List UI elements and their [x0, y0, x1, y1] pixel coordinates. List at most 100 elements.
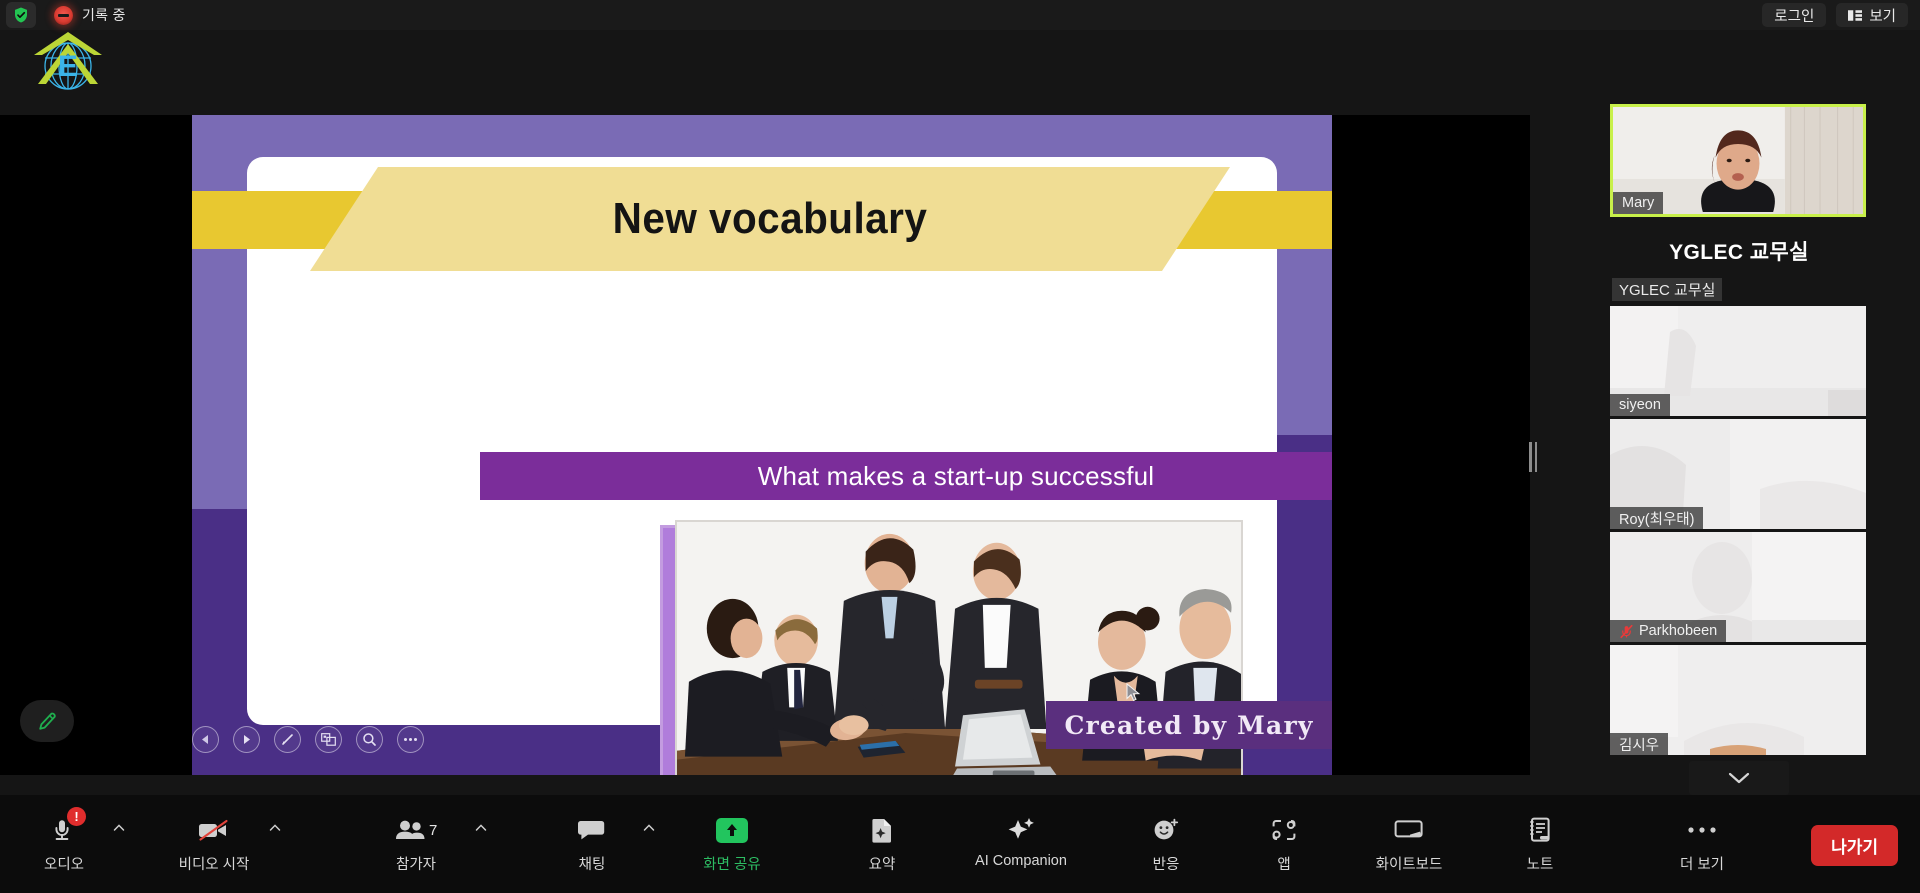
toolbar-whiteboard[interactable]: 화이트보드 — [1354, 795, 1464, 874]
title-ribbon: New vocabulary — [310, 167, 1230, 271]
scroll-down-button[interactable] — [1689, 761, 1789, 795]
layout-view-icon — [1848, 9, 1863, 21]
annotate-button[interactable] — [20, 700, 74, 742]
toolbar-summary[interactable]: 요약 — [834, 795, 930, 874]
triangle-left-icon — [202, 735, 208, 744]
audio-options-caret[interactable] — [112, 821, 126, 835]
toolbar-more-label: 더 보기 — [1679, 857, 1725, 873]
video-off-icon — [197, 813, 231, 847]
participant-tile-mary[interactable]: Mary — [1610, 104, 1866, 217]
reactions-smiley-icon — [1152, 813, 1180, 847]
toolbar-audio[interactable]: ! 오디오 — [16, 795, 125, 874]
participant-tile-siyeon[interactable]: siyeon — [1610, 306, 1866, 416]
participant-name: Mary — [1613, 192, 1664, 214]
toolbar-more[interactable]: 더 보기 — [1654, 795, 1750, 874]
view-button[interactable]: 보기 — [1836, 3, 1908, 27]
toolbar-reactions[interactable]: 반응 — [1118, 795, 1214, 874]
toolbar-reactions-label: 반응 — [1152, 857, 1180, 873]
participant-tile-kimsiwoo[interactable]: 김시우 — [1610, 645, 1866, 755]
annotate-pen-icon — [39, 712, 56, 730]
ai-sparkle-icon — [1006, 813, 1036, 847]
view-label: 보기 — [1869, 8, 1896, 25]
top-bar: 기록 중 로그인 보기 — [0, 0, 1920, 30]
prev-slide-button[interactable] — [192, 726, 219, 753]
slide-footer-text: Created by Mary — [1064, 710, 1314, 740]
leave-area: 나가기 — [1811, 795, 1920, 866]
toolbar-apps[interactable]: 앱 — [1236, 795, 1332, 874]
login-button[interactable]: 로그인 — [1762, 3, 1827, 27]
logo-letter: E — [58, 50, 78, 83]
toolbar-video[interactable]: 비디오 시작 — [166, 795, 281, 874]
participant-tile-roy[interactable]: Roy(최우태) — [1610, 419, 1866, 529]
slide-footer-bar: Created by Mary — [1046, 701, 1332, 749]
toolbar-notes[interactable]: 노트 — [1492, 795, 1588, 874]
yglec-logo: E — [28, 28, 108, 90]
presentation-slide: New vocabulary What makes a start-up suc… — [192, 115, 1332, 775]
shared-screen-stage: New vocabulary What makes a start-up suc… — [0, 115, 1530, 775]
toolbar-audio-label: 오디오 — [43, 857, 85, 873]
panel-subtitle: YGLEC 교무실 — [1612, 278, 1723, 301]
toolbar-participants-label: 참가자 — [395, 857, 437, 873]
participant-count: 7 — [429, 822, 437, 839]
slide-title: New vocabulary — [612, 194, 928, 243]
zoom-meeting-window: 기록 중 로그인 보기 E New vocabulary What makes … — [0, 0, 1920, 893]
toolbar-share-screen[interactable]: 화면 공유 — [684, 795, 780, 874]
grid-layout-icon — [321, 733, 336, 746]
chat-bubble-icon — [577, 813, 607, 847]
toolbar-ai-companion[interactable]: AI Companion — [956, 795, 1086, 869]
mic-off-icon — [1620, 624, 1633, 638]
slide-thumbnails-button[interactable] — [315, 726, 342, 753]
chat-options-caret[interactable] — [642, 821, 656, 835]
apps-icon — [1271, 813, 1297, 847]
participant-name: Parkhobeen — [1610, 620, 1727, 642]
notes-icon — [1527, 813, 1553, 847]
slide-zoom-button[interactable] — [356, 726, 383, 753]
toolbar-video-label: 비디오 시작 — [178, 857, 250, 873]
magnifier-icon — [363, 733, 376, 746]
toolbar-notes-label: 노트 — [1526, 857, 1554, 873]
slide-more-button[interactable] — [397, 726, 424, 753]
panel-title: YGLEC 교무실 — [1669, 241, 1809, 264]
recording-indicator[interactable]: 기록 중 — [54, 5, 126, 25]
toolbar-participants[interactable]: 7 참가자 — [368, 795, 487, 874]
toolbar-apps-label: 앱 — [1277, 857, 1291, 873]
participant-tile-parkhobeen[interactable]: Parkhobeen — [1610, 532, 1866, 642]
drag-line — [1529, 442, 1532, 472]
shield-check-icon — [15, 7, 27, 23]
toolbar-chat-label: 채팅 — [578, 857, 606, 873]
participant-name: siyeon — [1610, 394, 1670, 416]
participants-options-caret[interactable] — [474, 821, 488, 835]
participant-name: 김시우 — [1610, 733, 1669, 755]
panel-resize-handle[interactable] — [1528, 440, 1538, 474]
security-shield-button[interactable] — [6, 2, 36, 28]
video-options-caret[interactable] — [268, 821, 282, 835]
triangle-right-icon — [244, 735, 250, 744]
whiteboard-icon — [1393, 813, 1425, 847]
participants-icon: 7 — [394, 813, 438, 847]
slide-pen-button[interactable] — [274, 726, 301, 753]
drag-line — [1534, 442, 1537, 472]
participants-panel: Mary YGLEC 교무실 YGLEC 교무실 siyeon Roy(최우태)… — [1610, 104, 1868, 795]
toolbar-share-screen-label: 화면 공유 — [703, 857, 761, 873]
audio-alert-badge: ! — [67, 807, 86, 826]
top-bar-right: 로그인 보기 — [1762, 3, 1920, 27]
slide-controls — [192, 726, 424, 753]
summary-doc-icon — [869, 813, 895, 847]
participant-name: Roy(최우태) — [1610, 507, 1704, 529]
mouse-cursor — [1126, 683, 1141, 702]
recording-dot-icon — [54, 5, 73, 25]
toolbar-ai-companion-label: AI Companion — [975, 853, 1067, 869]
ellipsis-icon — [1687, 813, 1717, 847]
ellipsis-icon — [404, 738, 417, 741]
next-slide-button[interactable] — [233, 726, 260, 753]
toolbar-summary-label: 요약 — [868, 857, 896, 873]
leave-meeting-button[interactable]: 나가기 — [1811, 825, 1898, 866]
meeting-toolbar: ! 오디오 비디오 시작 7 참가자 채팅 화면 공유 요약 AI Compan… — [0, 795, 1920, 893]
recording-label: 기록 중 — [82, 7, 126, 23]
pen-icon — [282, 734, 293, 745]
share-screen-icon — [716, 813, 748, 847]
slide-subtitle: What makes a start-up successful — [757, 460, 1155, 491]
chevron-down-icon — [1728, 772, 1750, 784]
slide-subtitle-bar: What makes a start-up successful — [480, 452, 1332, 500]
toolbar-chat[interactable]: 채팅 — [544, 795, 655, 874]
